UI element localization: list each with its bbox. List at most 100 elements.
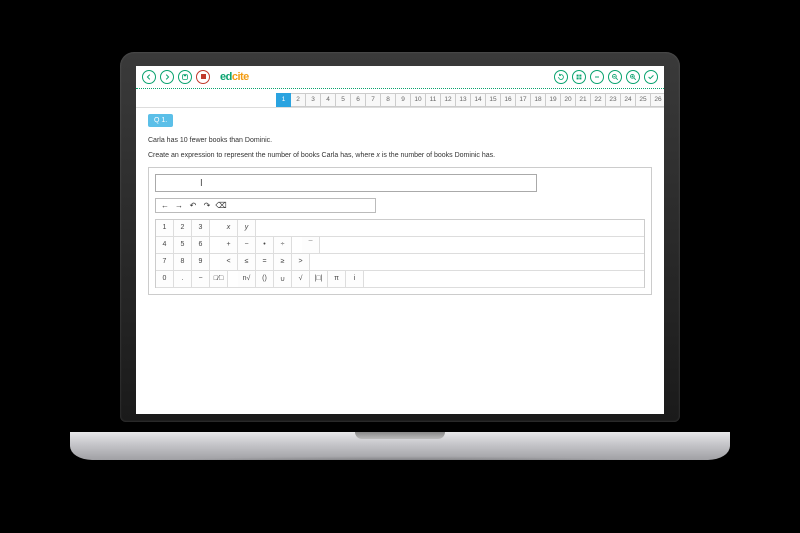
qnav-item-2[interactable]: 2 <box>291 93 306 107</box>
zoom-in-icon <box>629 73 637 81</box>
answer-input[interactable]: I <box>155 174 537 192</box>
zoom-out-icon <box>611 73 619 81</box>
question-nav: 1234567891011121314151617181920212223242… <box>136 93 664 108</box>
qnav-item-25[interactable]: 25 <box>636 93 651 107</box>
editor-controls: ←→↶↷⌫ <box>155 198 376 213</box>
zoom-out-button[interactable] <box>608 70 622 84</box>
editor-btn-0[interactable]: ← <box>159 201 171 210</box>
instruction-post: is the number of books Dominic has. <box>380 152 495 159</box>
grid-icon <box>575 73 583 81</box>
keypad-key[interactable]: ¯ <box>302 237 320 253</box>
qnav-item-18[interactable]: 18 <box>531 93 546 107</box>
grid-button[interactable] <box>572 70 586 84</box>
keypad-key[interactable]: √ <box>292 271 310 287</box>
keypad-key[interactable]: • <box>256 237 274 253</box>
qnav-item-24[interactable]: 24 <box>621 93 636 107</box>
qnav-item-20[interactable]: 20 <box>561 93 576 107</box>
keypad-key[interactable]: ∪ <box>274 271 292 287</box>
keypad-key[interactable]: () <box>256 271 274 287</box>
qnav-item-3[interactable]: 3 <box>306 93 321 107</box>
brand-logo: edcite <box>220 71 249 83</box>
qnav-item-17[interactable]: 17 <box>516 93 531 107</box>
minus-button[interactable] <box>590 70 604 84</box>
refresh-icon <box>557 73 565 81</box>
keypad-key[interactable]: 8 <box>174 254 192 270</box>
keypad-key[interactable]: 6 <box>192 237 210 253</box>
forward-button[interactable] <box>160 70 174 84</box>
keypad-key[interactable]: . <box>174 271 192 287</box>
keypad-key[interactable]: y <box>238 220 256 236</box>
keypad-key[interactable]: − <box>238 237 256 253</box>
arrow-left-icon <box>145 73 153 81</box>
top-toolbar: edcite <box>136 66 664 89</box>
qnav-item-7[interactable]: 7 <box>366 93 381 107</box>
qnav-item-10[interactable]: 10 <box>411 93 426 107</box>
check-button[interactable] <box>644 70 658 84</box>
qnav-item-22[interactable]: 22 <box>591 93 606 107</box>
qnav-item-9[interactable]: 9 <box>396 93 411 107</box>
qnav-item-13[interactable]: 13 <box>456 93 471 107</box>
back-button[interactable] <box>142 70 156 84</box>
keypad-key[interactable]: 5 <box>174 237 192 253</box>
qnav-item-4[interactable]: 4 <box>321 93 336 107</box>
keypad-gap <box>228 271 238 287</box>
keypad-key[interactable]: 1 <box>156 220 174 236</box>
keypad-key[interactable]: 4 <box>156 237 174 253</box>
qnav-item-15[interactable]: 15 <box>486 93 501 107</box>
editor-btn-1[interactable]: → <box>173 201 185 210</box>
qnav-item-19[interactable]: 19 <box>546 93 561 107</box>
text-cursor-icon: I <box>200 178 203 189</box>
keypad-key[interactable]: ≤ <box>238 254 256 270</box>
stop-icon <box>201 74 206 79</box>
instruction-pre: Create an expression to represent the nu… <box>148 152 376 159</box>
keypad-key[interactable]: 0 <box>156 271 174 287</box>
qnav-item-11[interactable]: 11 <box>426 93 441 107</box>
keypad-gap <box>210 254 220 270</box>
keypad-key[interactable]: x <box>220 220 238 236</box>
qnav-item-26[interactable]: 26 <box>651 93 664 107</box>
qnav-item-12[interactable]: 12 <box>441 93 456 107</box>
save-icon <box>181 73 189 81</box>
app-screen: edcite <box>136 66 664 414</box>
keypad-key[interactable]: > <box>292 254 310 270</box>
qnav-item-21[interactable]: 21 <box>576 93 591 107</box>
qnav-item-6[interactable]: 6 <box>351 93 366 107</box>
editor-btn-4[interactable]: ⌫ <box>215 201 227 210</box>
keypad-key[interactable]: < <box>220 254 238 270</box>
qnav-item-14[interactable]: 14 <box>471 93 486 107</box>
question-badge: Q 1. <box>148 114 173 127</box>
keypad-key[interactable]: 7 <box>156 254 174 270</box>
keypad-key[interactable]: ÷ <box>274 237 292 253</box>
keypad-key[interactable]: 2 <box>174 220 192 236</box>
editor-btn-2[interactable]: ↶ <box>187 201 199 210</box>
qnav-item-1[interactable]: 1 <box>276 93 291 107</box>
toolbar-right <box>554 70 658 84</box>
laptop-frame: edcite <box>70 52 730 482</box>
keypad-key[interactable]: = <box>256 254 274 270</box>
keypad-key[interactable]: 9 <box>192 254 210 270</box>
keypad-key[interactable]: + <box>220 237 238 253</box>
keypad-key[interactable]: 3 <box>192 220 210 236</box>
qnav-item-16[interactable]: 16 <box>501 93 516 107</box>
keypad-key[interactable]: − <box>192 271 210 287</box>
keypad-key[interactable]: |□| <box>310 271 328 287</box>
refresh-button[interactable] <box>554 70 568 84</box>
editor-btn-3[interactable]: ↷ <box>201 201 213 210</box>
keypad-key[interactable]: n√ <box>238 271 256 287</box>
brand-part1: ed <box>220 71 232 83</box>
qnav-item-5[interactable]: 5 <box>336 93 351 107</box>
qnav-item-8[interactable]: 8 <box>381 93 396 107</box>
keypad-key[interactable]: ≥ <box>274 254 292 270</box>
toolbar-left: edcite <box>142 70 249 84</box>
save-button[interactable] <box>178 70 192 84</box>
qnav-item-23[interactable]: 23 <box>606 93 621 107</box>
screen-bezel: edcite <box>120 52 680 422</box>
keypad-gap <box>210 237 220 253</box>
zoom-in-button[interactable] <box>626 70 640 84</box>
stop-button[interactable] <box>196 70 210 84</box>
keypad-key[interactable]: □⁄□ <box>210 271 228 287</box>
keypad-key[interactable]: π <box>328 271 346 287</box>
keypad-row-0: 123xy <box>156 220 644 237</box>
arrow-right-icon <box>163 73 171 81</box>
keypad-key[interactable]: i <box>346 271 364 287</box>
